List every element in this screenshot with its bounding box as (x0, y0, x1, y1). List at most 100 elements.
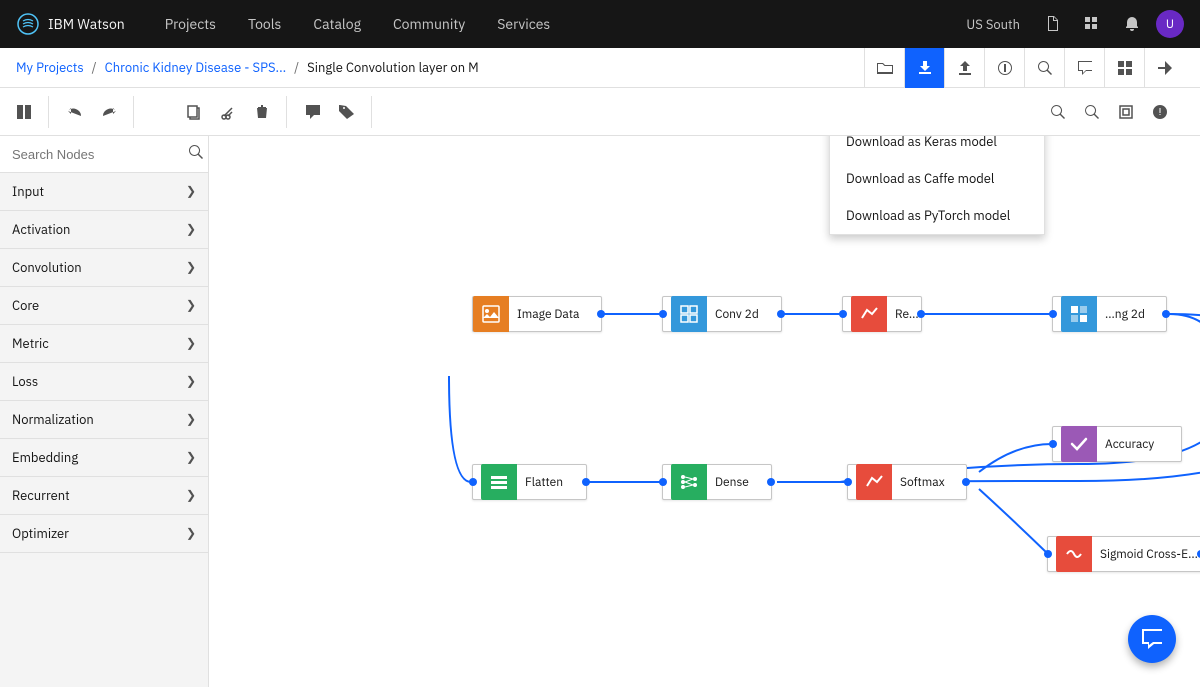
dropdown-item-keras[interactable]: Download as Keras model (830, 136, 1044, 160)
sidebar-section-label-activation: Activation (12, 221, 70, 238)
comment-button[interactable] (297, 96, 329, 128)
node-input-dot[interactable] (839, 310, 847, 318)
chevron-down-icon: ❯ (186, 374, 196, 389)
undo-button[interactable] (59, 96, 91, 128)
breadcrumb-project[interactable]: Chronic Kidney Disease - SPS... (105, 59, 287, 76)
node-input-dot[interactable] (659, 310, 667, 318)
node-conv2d-label: Conv 2d (715, 307, 759, 322)
node-output-dot[interactable] (582, 478, 590, 486)
nav-catalog[interactable]: Catalog (297, 0, 377, 48)
upload-button[interactable] (944, 48, 984, 88)
redo-button[interactable] (93, 96, 125, 128)
node-relu[interactable]: Re... (842, 296, 922, 332)
nav-community[interactable]: Community (377, 0, 481, 48)
sidebar-section-header-recurrent[interactable]: Recurrent ❯ (0, 477, 208, 514)
sidebar-section-activation: Activation ❯ (0, 211, 208, 249)
breadcrumb-current: Single Convolution layer on M (307, 59, 479, 76)
folder-icon-button[interactable] (864, 48, 904, 88)
nodes-sidebar: Input ❯ Activation ❯ Convolution ❯ Core … (0, 136, 209, 687)
download-dropdown: Download as flow fileDownload as Tensorf… (829, 136, 1045, 235)
sidebar-section-header-input[interactable]: Input ❯ (0, 173, 208, 210)
zoom-in-button[interactable] (1042, 96, 1074, 128)
layout-button[interactable] (1104, 48, 1144, 88)
sidebar-section-header-activation[interactable]: Activation ❯ (0, 211, 208, 248)
user-avatar[interactable]: U (1156, 10, 1184, 38)
sidebar-section-header-core[interactable]: Core ❯ (0, 287, 208, 324)
node-relu-label: Re... (895, 307, 919, 322)
copy-button[interactable] (178, 96, 210, 128)
node-input-dot[interactable] (659, 478, 667, 486)
node-input-dot[interactable] (844, 478, 852, 486)
connections-svg (209, 136, 1200, 687)
search-button[interactable] (1024, 48, 1064, 88)
node-accuracy[interactable]: Accuracy (1052, 426, 1182, 462)
chevron-down-icon: ❯ (186, 488, 196, 503)
sidebar-section-header-loss[interactable]: Loss ❯ (0, 363, 208, 400)
alerts-button[interactable] (1144, 96, 1176, 128)
nav-right-actions: US South U (966, 8, 1184, 40)
node-input-dot[interactable] (1044, 550, 1052, 558)
info-button[interactable] (984, 48, 1024, 88)
top-navigation: IBM Watson Projects Tools Catalog Commun… (0, 0, 1200, 48)
sidebar-section-metric: Metric ❯ (0, 325, 208, 363)
delete-button[interactable] (246, 96, 278, 128)
node-conv2d[interactable]: Conv 2d (662, 296, 782, 332)
grid-icon[interactable] (1076, 8, 1108, 40)
node-dense[interactable]: Dense (662, 464, 772, 500)
sidebar-section-header-normalization[interactable]: Normalization ❯ (0, 401, 208, 438)
node-image-data[interactable]: Image Data (472, 296, 602, 332)
search-nodes-input[interactable] (12, 147, 188, 162)
chevron-down-icon: ❯ (186, 336, 196, 351)
sidebar-section-label-core: Core (12, 297, 39, 314)
dropdown-item-pytorch[interactable]: Download as PyTorch model (830, 197, 1044, 234)
nav-tools[interactable]: Tools (232, 0, 297, 48)
breadcrumb-actions (864, 48, 1184, 88)
sidebar-section-label-optimizer: Optimizer (12, 525, 69, 542)
sidebar-section-header-convolution[interactable]: Convolution ❯ (0, 249, 208, 286)
sidebar-section-header-embedding[interactable]: Embedding ❯ (0, 439, 208, 476)
node-image-data-label: Image Data (517, 307, 579, 322)
search-nodes-container (0, 136, 208, 173)
node-input-dot[interactable] (1049, 310, 1057, 318)
bell-icon[interactable] (1116, 8, 1148, 40)
node-output-dot[interactable] (767, 478, 775, 486)
node-output-dot[interactable] (962, 478, 970, 486)
sidebar-section-input: Input ❯ (0, 173, 208, 211)
add-node-button[interactable] (144, 96, 176, 128)
chevron-down-icon: ❯ (186, 412, 196, 427)
sidebar-section-header-optimizer[interactable]: Optimizer ❯ (0, 515, 208, 552)
node-output-dot[interactable] (777, 310, 785, 318)
navigate-button[interactable] (1144, 48, 1184, 88)
document-icon[interactable] (1036, 8, 1068, 40)
cut-button[interactable] (212, 96, 244, 128)
node-input-dot[interactable] (469, 478, 477, 486)
nav-services[interactable]: Services (481, 0, 566, 48)
chat-button[interactable] (1064, 48, 1104, 88)
node-flatten[interactable]: Flatten (472, 464, 587, 500)
flow-canvas[interactable]: Image Data Conv 2d Re... (209, 136, 1200, 687)
tag-button[interactable] (331, 96, 363, 128)
sidebar-section-header-metric[interactable]: Metric ❯ (0, 325, 208, 362)
chat-bubble-button[interactable] (1128, 615, 1176, 663)
sidebar-section-label-embedding: Embedding (12, 449, 78, 466)
fit-button[interactable] (1110, 96, 1142, 128)
palette-button[interactable] (8, 96, 40, 128)
sidebar-section-normalization: Normalization ❯ (0, 401, 208, 439)
node-softmax[interactable]: Softmax (847, 464, 967, 500)
nav-projects[interactable]: Projects (149, 0, 232, 48)
node-input-dot[interactable] (1049, 440, 1057, 448)
download-button[interactable] (904, 48, 944, 88)
node-output-dot[interactable] (917, 310, 925, 318)
app-logo[interactable]: IBM Watson (16, 12, 125, 36)
node-output-dot[interactable] (597, 310, 605, 318)
region-selector[interactable]: US South (966, 16, 1020, 33)
node-maxpooling[interactable]: ...ng 2d (1052, 296, 1167, 332)
zoom-out-button[interactable] (1076, 96, 1108, 128)
node-output-dot[interactable] (1162, 310, 1170, 318)
dropdown-item-caffe[interactable]: Download as Caffe model (830, 160, 1044, 197)
breadcrumb-my-projects[interactable]: My Projects (16, 59, 84, 76)
sidebar-section-label-normalization: Normalization (12, 411, 94, 428)
breadcrumb-bar: My Projects / Chronic Kidney Disease - S… (0, 48, 1200, 88)
node-sigmoid[interactable]: Sigmoid Cross-E... (1047, 536, 1200, 572)
sidebar-section-label-loss: Loss (12, 373, 38, 390)
